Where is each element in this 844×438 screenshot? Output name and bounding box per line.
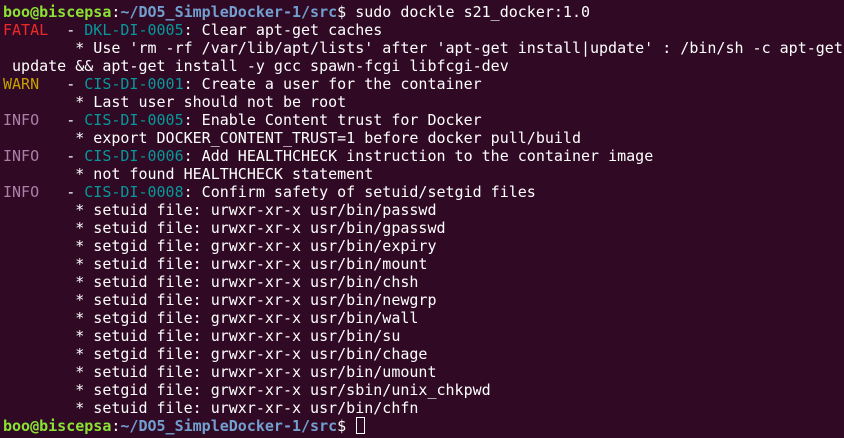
detail-line: * setuid file: urwxr-xr-x usr/bin/chfn [0, 399, 844, 417]
detail-text: * not found HEALTHCHECK statement [3, 165, 374, 183]
finding-line: INFO - CIS-DI-0008: Confirm safety of se… [0, 183, 844, 201]
detail-text: * setgid file: grwxr-xr-x usr/bin/wall [3, 309, 419, 327]
finding-line: INFO - CIS-DI-0005: Enable Content trust… [0, 111, 844, 129]
finding-message: : Clear apt-get caches [183, 21, 383, 39]
detail-line: * Use 'rm -rf /var/lib/apt/lists' after … [0, 39, 844, 57]
prompt-user-host: boo@biscepsa [3, 3, 112, 21]
detail-line: * setuid file: urwxr-xr-x usr/bin/umount [0, 363, 844, 381]
detail-text: * setuid file: urwxr-xr-x usr/bin/passwd [3, 201, 437, 219]
detail-line: * setgid file: grwxr-xr-x usr/bin/chage [0, 345, 844, 363]
detail-text: * export DOCKER_CONTENT_TRUST=1 before d… [3, 129, 581, 147]
prompt-user-host: boo@biscepsa [3, 417, 112, 435]
detail-line: * setgid file: grwxr-xr-x usr/bin/expiry [0, 237, 844, 255]
check-code: CIS-DI-0006 [84, 147, 184, 165]
severity-level: FATAL [3, 21, 49, 39]
terminal-window[interactable]: boo@biscepsa:~/DO5_SimpleDocker-1/src$ s… [0, 0, 844, 438]
check-code: CIS-DI-0008 [84, 183, 184, 201]
detail-line: * setuid file: urwxr-xr-x usr/bin/mount [0, 255, 844, 273]
detail-text: * setuid file: urwxr-xr-x usr/bin/umount [3, 363, 437, 381]
command-prompt-line: boo@biscepsa:~/DO5_SimpleDocker-1/src$ s… [0, 3, 844, 21]
severity-level: INFO [3, 111, 40, 129]
check-code: DKL-DI-0005 [84, 21, 184, 39]
separator-dash: - [39, 147, 85, 165]
prompt-path: ~/DO5_SimpleDocker-1/src [120, 3, 338, 21]
detail-text: * Last user should not be root [3, 93, 347, 111]
finding-line: FATAL - DKL-DI-0005: Clear apt-get cache… [0, 21, 844, 39]
detail-line: * setuid file: urwxr-xr-x usr/bin/passwd [0, 201, 844, 219]
detail-text: * setuid file: urwxr-xr-x usr/bin/newgrp [3, 291, 437, 309]
separator-dash: - [39, 183, 85, 201]
detail-text: * setgid file: grwxr-xr-x usr/sbin/unix_… [3, 381, 491, 399]
detail-line: * setuid file: urwxr-xr-x usr/bin/newgrp [0, 291, 844, 309]
detail-text: * setuid file: urwxr-xr-x usr/bin/gpassw… [3, 219, 446, 237]
detail-text: * setuid file: urwxr-xr-x usr/bin/chsh [3, 273, 419, 291]
detail-text: * Use 'rm -rf /var/lib/apt/lists' after … [3, 39, 843, 57]
finding-message: : Add HEALTHCHECK instruction to the con… [183, 147, 654, 165]
finding-message: : Create a user for the container [183, 75, 482, 93]
prompt-path: ~/DO5_SimpleDocker-1/src [120, 417, 338, 435]
detail-line: * Last user should not be root [0, 93, 844, 111]
detail-line: * setuid file: urwxr-xr-x usr/bin/chsh [0, 273, 844, 291]
detail-text: * setuid file: urwxr-xr-x usr/bin/su [3, 327, 401, 345]
separator-dash: - [48, 21, 85, 39]
detail-text: * setuid file: urwxr-xr-x usr/bin/mount [3, 255, 428, 273]
detail-line: * setgid file: grwxr-xr-x usr/bin/wall [0, 309, 844, 327]
finding-line: INFO - CIS-DI-0006: Add HEALTHCHECK inst… [0, 147, 844, 165]
severity-level: WARN [3, 75, 40, 93]
separator-dash: - [39, 75, 85, 93]
prompt-dollar: $ [337, 417, 356, 435]
severity-level: INFO [3, 147, 40, 165]
active-prompt-line[interactable]: boo@biscepsa:~/DO5_SimpleDocker-1/src$ [0, 417, 844, 435]
detail-text: * setgid file: grwxr-xr-x usr/bin/chage [3, 345, 428, 363]
check-code: CIS-DI-0005 [84, 111, 184, 129]
detail-line: * setuid file: urwxr-xr-x usr/bin/gpassw… [0, 219, 844, 237]
separator-dash: - [39, 111, 85, 129]
detail-text: update && apt-get install -y gcc spawn-f… [3, 57, 509, 75]
detail-line: * export DOCKER_CONTENT_TRUST=1 before d… [0, 129, 844, 147]
finding-message: : Confirm safety of setuid/setgid files [183, 183, 536, 201]
detail-text: * setuid file: urwxr-xr-x usr/bin/chfn [3, 399, 419, 417]
text-cursor[interactable] [356, 417, 366, 434]
finding-message: : Enable Content trust for Docker [183, 111, 482, 129]
detail-line: * not found HEALTHCHECK statement [0, 165, 844, 183]
command-output: FATAL - DKL-DI-0005: Clear apt-get cache… [0, 21, 844, 417]
detail-text: * setgid file: grwxr-xr-x usr/bin/expiry [3, 237, 437, 255]
finding-line: WARN - CIS-DI-0001: Create a user for th… [0, 75, 844, 93]
detail-line: * setgid file: grwxr-xr-x usr/sbin/unix_… [0, 381, 844, 399]
severity-level: INFO [3, 183, 40, 201]
prompt-dollar: $ [337, 3, 356, 21]
detail-line: update && apt-get install -y gcc spawn-f… [0, 57, 844, 75]
detail-line: * setuid file: urwxr-xr-x usr/bin/su [0, 327, 844, 345]
check-code: CIS-DI-0001 [84, 75, 184, 93]
command-text: sudo dockle s21_docker:1.0 [355, 3, 591, 21]
